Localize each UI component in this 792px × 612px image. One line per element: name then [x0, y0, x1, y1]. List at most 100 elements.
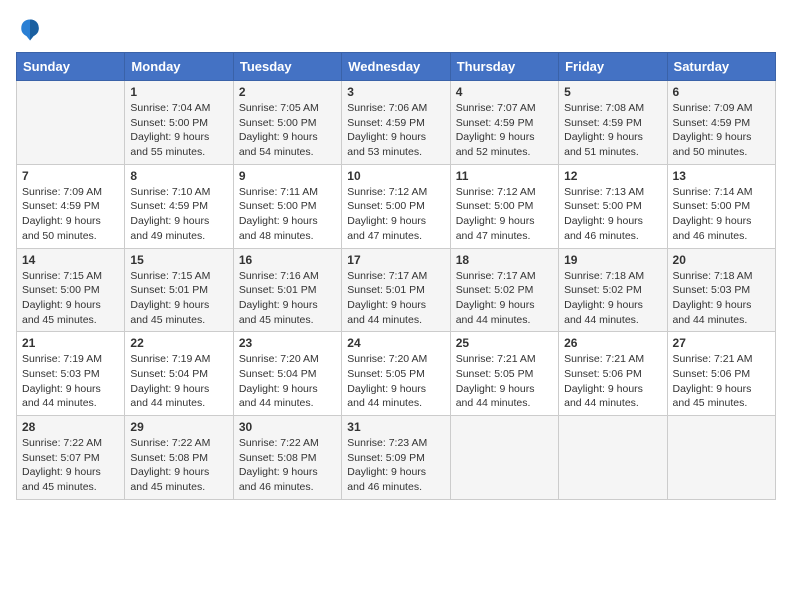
- day-info: Sunrise: 7:18 AM Sunset: 5:02 PM Dayligh…: [564, 269, 661, 328]
- day-number: 10: [347, 169, 444, 183]
- day-info: Sunrise: 7:17 AM Sunset: 5:02 PM Dayligh…: [456, 269, 553, 328]
- calendar-cell: 14Sunrise: 7:15 AM Sunset: 5:00 PM Dayli…: [17, 248, 125, 332]
- header-day-friday: Friday: [559, 53, 667, 81]
- calendar-cell: 30 Sunrise: 7:22 AM Sunset: 5:08 PM Dayli…: [233, 416, 341, 500]
- day-info: Sunrise: 7:22 AM Sunset: 5:08 PM Dayligh…: [239, 436, 336, 495]
- calendar-cell: 20 Sunrise: 7:18 AM Sunset: 5:03 PM Dayli…: [667, 248, 775, 332]
- calendar-cell: 10 Sunrise: 7:12 AM Sunset: 5:00 PM Dayli…: [342, 164, 450, 248]
- day-info: Sunrise: 7:09 AM Sunset: 4:59 PM Dayligh…: [22, 185, 119, 244]
- calendar-cell: 26Sunrise: 7:21 AM Sunset: 5:06 PM Dayli…: [559, 332, 667, 416]
- header-day-wednesday: Wednesday: [342, 53, 450, 81]
- day-info: Sunrise: 7:12 AM Sunset: 5:00 PM Dayligh…: [347, 185, 444, 244]
- day-info: Sunrise: 7:20 AM Sunset: 5:05 PM Dayligh…: [347, 352, 444, 411]
- day-number: 4: [456, 85, 553, 99]
- day-number: 5: [564, 85, 661, 99]
- day-info: Sunrise: 7:07 AM Sunset: 4:59 PM Dayligh…: [456, 101, 553, 160]
- day-info: Sunrise: 7:04 AM Sunset: 5:00 PM Dayligh…: [130, 101, 227, 160]
- day-info: Sunrise: 7:21 AM Sunset: 5:06 PM Dayligh…: [673, 352, 770, 411]
- day-number: 28: [22, 420, 119, 434]
- day-number: 13: [673, 169, 770, 183]
- day-info: Sunrise: 7:19 AM Sunset: 5:04 PM Dayligh…: [130, 352, 227, 411]
- header-day-thursday: Thursday: [450, 53, 558, 81]
- calendar-table: SundayMondayTuesdayWednesdayThursdayFrid…: [16, 52, 776, 500]
- day-info: Sunrise: 7:15 AM Sunset: 5:01 PM Dayligh…: [130, 269, 227, 328]
- day-number: 7: [22, 169, 119, 183]
- calendar-header: SundayMondayTuesdayWednesdayThursdayFrid…: [17, 53, 776, 81]
- day-info: Sunrise: 7:23 AM Sunset: 5:09 PM Dayligh…: [347, 436, 444, 495]
- day-number: 8: [130, 169, 227, 183]
- header-day-tuesday: Tuesday: [233, 53, 341, 81]
- day-number: 2: [239, 85, 336, 99]
- day-number: 12: [564, 169, 661, 183]
- day-info: Sunrise: 7:22 AM Sunset: 5:07 PM Dayligh…: [22, 436, 119, 495]
- calendar-cell: 24 Sunrise: 7:20 AM Sunset: 5:05 PM Dayli…: [342, 332, 450, 416]
- day-number: 27: [673, 336, 770, 350]
- calendar-cell: 23 Sunrise: 7:20 AM Sunset: 5:04 PM Dayli…: [233, 332, 341, 416]
- calendar-cell: 9 Sunrise: 7:11 AM Sunset: 5:00 PM Daylig…: [233, 164, 341, 248]
- day-info: Sunrise: 7:16 AM Sunset: 5:01 PM Dayligh…: [239, 269, 336, 328]
- day-info: Sunrise: 7:14 AM Sunset: 5:00 PM Dayligh…: [673, 185, 770, 244]
- day-number: 23: [239, 336, 336, 350]
- calendar-cell: 12 Sunrise: 7:13 AM Sunset: 5:00 PM Dayli…: [559, 164, 667, 248]
- day-number: 15: [130, 253, 227, 267]
- day-number: 20: [673, 253, 770, 267]
- day-info: Sunrise: 7:09 AM Sunset: 4:59 PM Dayligh…: [673, 101, 770, 160]
- calendar-cell: 27 Sunrise: 7:21 AM Sunset: 5:06 PM Dayli…: [667, 332, 775, 416]
- day-info: Sunrise: 7:19 AM Sunset: 5:03 PM Dayligh…: [22, 352, 119, 411]
- calendar-cell: 1 Sunrise: 7:04 AM Sunset: 5:00 PM Daylig…: [125, 81, 233, 165]
- header-row: SundayMondayTuesdayWednesdayThursdayFrid…: [17, 53, 776, 81]
- calendar-cell: 31 Sunrise: 7:23 AM Sunset: 5:09 PM Dayli…: [342, 416, 450, 500]
- calendar-cell: 4 Sunrise: 7:07 AM Sunset: 4:59 PM Daylig…: [450, 81, 558, 165]
- day-number: 11: [456, 169, 553, 183]
- week-row-5: 28 Sunrise: 7:22 AM Sunset: 5:07 PM Dayli…: [17, 416, 776, 500]
- logo: [16, 16, 48, 44]
- day-number: 1: [130, 85, 227, 99]
- day-number: 21: [22, 336, 119, 350]
- calendar-cell: 29 Sunrise: 7:22 AM Sunset: 5:08 PM Dayli…: [125, 416, 233, 500]
- day-info: Sunrise: 7:11 AM Sunset: 5:00 PM Dayligh…: [239, 185, 336, 244]
- day-number: 29: [130, 420, 227, 434]
- day-number: 19: [564, 253, 661, 267]
- calendar-cell: 2 Sunrise: 7:05 AM Sunset: 5:00 PM Daylig…: [233, 81, 341, 165]
- day-number: 31: [347, 420, 444, 434]
- week-row-4: 21 Sunrise: 7:19 AM Sunset: 5:03 PM Dayli…: [17, 332, 776, 416]
- calendar-cell: 8 Sunrise: 7:10 AM Sunset: 4:59 PM Daylig…: [125, 164, 233, 248]
- calendar-cell: 7 Sunrise: 7:09 AM Sunset: 4:59 PM Daylig…: [17, 164, 125, 248]
- day-number: 14: [22, 253, 119, 267]
- calendar-cell: 21 Sunrise: 7:19 AM Sunset: 5:03 PM Dayli…: [17, 332, 125, 416]
- calendar-cell: 18 Sunrise: 7:17 AM Sunset: 5:02 PM Dayli…: [450, 248, 558, 332]
- day-info: Sunrise: 7:18 AM Sunset: 5:03 PM Dayligh…: [673, 269, 770, 328]
- header-day-saturday: Saturday: [667, 53, 775, 81]
- day-info: Sunrise: 7:22 AM Sunset: 5:08 PM Dayligh…: [130, 436, 227, 495]
- week-row-2: 7 Sunrise: 7:09 AM Sunset: 4:59 PM Daylig…: [17, 164, 776, 248]
- calendar-cell: 15 Sunrise: 7:15 AM Sunset: 5:01 PM Dayli…: [125, 248, 233, 332]
- day-info: Sunrise: 7:10 AM Sunset: 4:59 PM Dayligh…: [130, 185, 227, 244]
- calendar-cell: [450, 416, 558, 500]
- calendar-cell: 6 Sunrise: 7:09 AM Sunset: 4:59 PM Daylig…: [667, 81, 775, 165]
- calendar-cell: [559, 416, 667, 500]
- week-row-3: 14Sunrise: 7:15 AM Sunset: 5:00 PM Dayli…: [17, 248, 776, 332]
- day-number: 16: [239, 253, 336, 267]
- day-info: Sunrise: 7:13 AM Sunset: 5:00 PM Dayligh…: [564, 185, 661, 244]
- day-number: 24: [347, 336, 444, 350]
- calendar-cell: 5Sunrise: 7:08 AM Sunset: 4:59 PM Daylig…: [559, 81, 667, 165]
- day-number: 25: [456, 336, 553, 350]
- header-day-sunday: Sunday: [17, 53, 125, 81]
- logo-icon: [16, 16, 44, 44]
- day-info: Sunrise: 7:21 AM Sunset: 5:06 PM Dayligh…: [564, 352, 661, 411]
- page-header: [16, 16, 776, 44]
- day-info: Sunrise: 7:21 AM Sunset: 5:05 PM Dayligh…: [456, 352, 553, 411]
- day-info: Sunrise: 7:06 AM Sunset: 4:59 PM Dayligh…: [347, 101, 444, 160]
- day-number: 22: [130, 336, 227, 350]
- day-number: 30: [239, 420, 336, 434]
- day-number: 6: [673, 85, 770, 99]
- day-info: Sunrise: 7:05 AM Sunset: 5:00 PM Dayligh…: [239, 101, 336, 160]
- day-number: 18: [456, 253, 553, 267]
- calendar-body: 1 Sunrise: 7:04 AM Sunset: 5:00 PM Daylig…: [17, 81, 776, 500]
- calendar-cell: 19 Sunrise: 7:18 AM Sunset: 5:02 PM Dayli…: [559, 248, 667, 332]
- day-number: 17: [347, 253, 444, 267]
- day-number: 3: [347, 85, 444, 99]
- day-info: Sunrise: 7:20 AM Sunset: 5:04 PM Dayligh…: [239, 352, 336, 411]
- calendar-cell: 22 Sunrise: 7:19 AM Sunset: 5:04 PM Dayli…: [125, 332, 233, 416]
- day-number: 9: [239, 169, 336, 183]
